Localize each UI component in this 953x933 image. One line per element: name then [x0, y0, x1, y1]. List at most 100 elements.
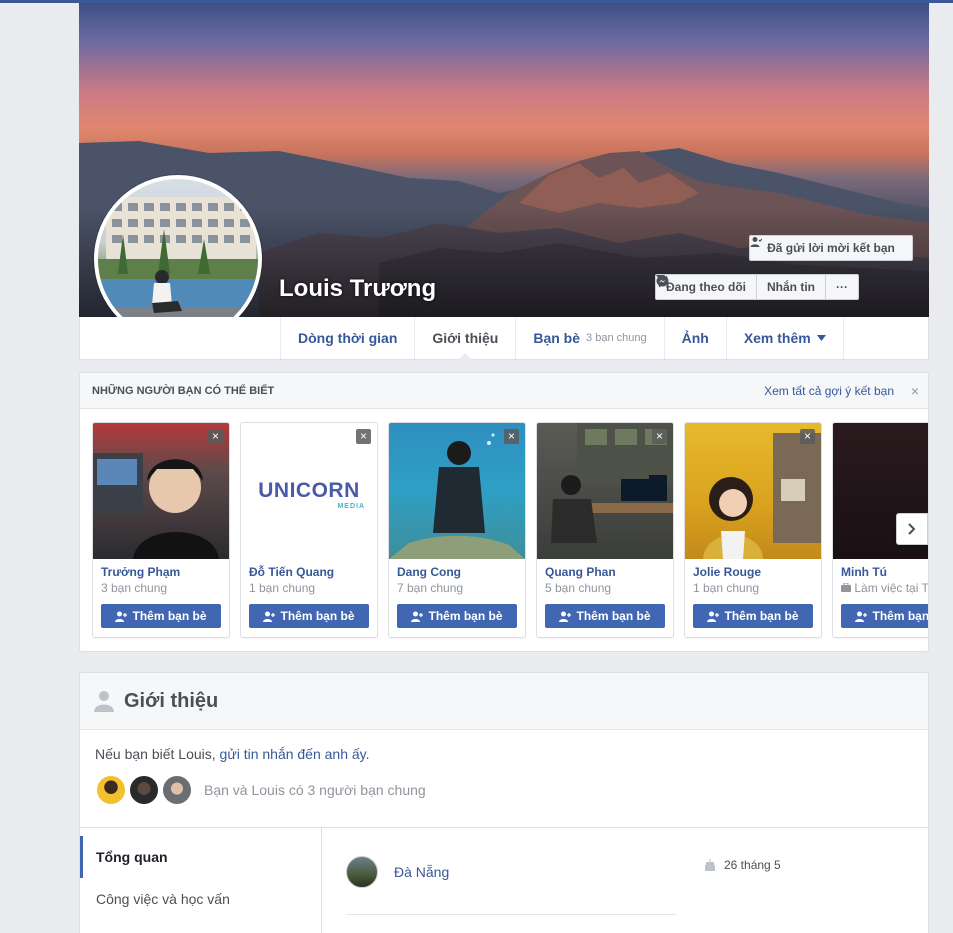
add-friend-icon [263, 611, 276, 622]
avatar-scene [98, 197, 258, 339]
suggestion-card[interactable]: × Jolie Rouge 1 bạn chung Thêm bạn bè [684, 422, 822, 638]
add-friend-button[interactable]: Thêm bạn bè [101, 604, 221, 628]
tab-timeline-label: Dòng thời gian [298, 330, 398, 346]
about-body: Nếu bạn biết Louis, gửi tin nhắn đến anh… [80, 730, 928, 806]
suggestion-name[interactable]: Minh Tú [841, 565, 928, 579]
suggestion-photo[interactable]: × [537, 423, 673, 559]
suggestion-photo[interactable]: × [685, 423, 821, 559]
following-button[interactable]: Đang theo dõi [656, 275, 757, 299]
suggestion-work: Làm việc tại T [841, 581, 929, 595]
more-options-button[interactable]: ··· [826, 275, 858, 299]
profile-tabs: Dòng thời gian Giới thiệu Bạn bè 3 bạn ch… [280, 317, 844, 360]
about-nav: Tổng quan Công việc và học vấn [80, 828, 322, 933]
tab-friends[interactable]: Bạn bè 3 bạn chung [515, 317, 663, 359]
mutual-friend-avatar[interactable] [128, 774, 160, 806]
dismiss-icon[interactable]: × [208, 429, 223, 444]
suggestion-card[interactable]: × Dang Cong 7 bạn chung Thêm bạn bè [388, 422, 526, 638]
add-friend-label: Thêm bạn bè [576, 609, 651, 623]
add-friend-button[interactable]: Thêm bạn bè [545, 604, 665, 628]
person-icon [94, 691, 114, 712]
unicorn-logo-sub: MEDIA [337, 503, 365, 510]
divider [346, 914, 676, 915]
friend-request-sent-button[interactable]: Đã gửi lời mời kết bạn [749, 235, 913, 261]
tab-photos-label: Ảnh [681, 330, 709, 346]
people-you-may-know: NHỮNG NGƯỜI BẠN CÓ THỂ BIẾT Xem tất cả g… [79, 372, 929, 652]
city-thumbnail[interactable] [346, 856, 378, 888]
suggestion-work-text: Làm việc tại T [854, 581, 929, 595]
suggestion-card[interactable]: × Quang Phan 5 bạn chung Thêm bạn bè [536, 422, 674, 638]
city-link[interactable]: Đà Nẵng [394, 864, 449, 880]
birthday-item: 26 tháng 5 [704, 858, 781, 872]
tab-friends-label: Bạn bè [533, 330, 581, 346]
message-button[interactable]: Nhắn tin [656, 275, 826, 299]
suggestion-photo[interactable]: × [389, 423, 525, 559]
profile-name[interactable]: Louis Trương [279, 275, 436, 303]
about-section: Giới thiệu Nếu bạn biết Louis, gửi tin n… [79, 672, 929, 933]
suggestion-name[interactable]: Dang Cong [397, 565, 517, 579]
add-friend-label: Thêm bạn bè [872, 609, 929, 623]
mutual-friends-row: Bạn và Louis có 3 người bạn chung [95, 774, 913, 806]
send-message-link[interactable]: gửi tin nhắn đến anh ấy [220, 746, 366, 762]
tab-friends-mutual: 3 bạn chung [586, 332, 647, 344]
tab-about[interactable]: Giới thiệu [414, 317, 515, 360]
about-text-prefix: Nếu bạn biết Louis, [95, 746, 220, 762]
add-friend-label: Thêm bạn bè [132, 609, 207, 623]
about-text-suffix: . [365, 746, 370, 762]
add-friend-label: Thêm bạn bè [428, 609, 503, 623]
tab-timeline[interactable]: Dòng thời gian [280, 317, 414, 359]
chevron-right-icon [908, 523, 916, 535]
tab-more[interactable]: Xem thêm [725, 317, 844, 359]
close-suggestions-icon[interactable]: × [911, 383, 919, 399]
lives-in-item: Đà Nẵng [346, 856, 449, 888]
tab-photos[interactable]: Ảnh [663, 317, 726, 359]
suggestions-header: NHỮNG NGƯỜI BẠN CÓ THỂ BIẾT Xem tất cả g… [80, 373, 928, 409]
suggestion-photo[interactable]: × [93, 423, 229, 559]
tab-about-label: Giới thiệu [432, 330, 499, 346]
following-label: Đang theo dõi [666, 280, 746, 294]
profile-tab-bar: Dòng thời gian Giới thiệu Bạn bè 3 bạn ch… [79, 317, 929, 360]
add-friend-icon [411, 611, 424, 622]
dismiss-icon[interactable]: × [652, 429, 667, 444]
cake-icon [705, 859, 715, 871]
about-nav-overview[interactable]: Tổng quan [80, 836, 321, 878]
add-friend-button[interactable]: Thêm bạn bè [397, 604, 517, 628]
suggestions-title: NHỮNG NGƯỜI BẠN CÓ THỂ BIẾT [92, 384, 275, 397]
dismiss-icon[interactable]: × [356, 429, 371, 444]
briefcase-icon [841, 582, 851, 592]
about-header: Giới thiệu [80, 673, 928, 730]
dismiss-icon[interactable]: × [504, 429, 519, 444]
messenger-icon [656, 275, 669, 288]
friend-request-sent-label: Đã gửi lời mời kết bạn [767, 241, 895, 255]
add-friend-icon [855, 611, 868, 622]
add-friend-icon [115, 611, 128, 622]
next-suggestions-arrow[interactable] [896, 513, 928, 545]
more-icon: ··· [836, 280, 848, 294]
add-friend-label: Thêm bạn bè [280, 609, 355, 623]
see-all-suggestions-link[interactable]: Xem tất cả gợi ý kết bạn [764, 384, 894, 398]
suggestion-card[interactable]: × Trưởng Phạm 3 bạn chung Thêm bạn bè [92, 422, 230, 638]
about-nav-work-education[interactable]: Công việc và học vấn [80, 878, 321, 920]
suggestion-card[interactable]: UNICORN MEDIA × Đỗ Tiến Quang 1 bạn chun… [240, 422, 378, 638]
person-check-icon [750, 237, 762, 247]
mutual-friend-avatar[interactable] [161, 774, 193, 806]
mutual-friend-avatar[interactable] [95, 774, 127, 806]
birthday-text: 26 tháng 5 [724, 858, 781, 872]
avatar-photo [98, 179, 258, 339]
suggestion-photo[interactable]: UNICORN MEDIA × [241, 423, 377, 559]
about-title: Giới thiệu [124, 689, 219, 712]
suggestion-name[interactable]: Quang Phan [545, 565, 665, 579]
add-friend-button[interactable]: Thêm bạn bè [693, 604, 813, 628]
profile-action-group: Đang theo dõi Nhắn tin ··· [655, 274, 859, 300]
add-friend-button[interactable]: Thêm bạn bè [841, 604, 929, 628]
mutual-friends-text[interactable]: Bạn và Louis có 3 người bạn chung [204, 782, 426, 798]
add-friend-icon [559, 611, 572, 622]
suggestion-name[interactable]: Đỗ Tiến Quang [249, 565, 369, 579]
suggestion-name[interactable]: Jolie Rouge [693, 565, 813, 579]
add-friend-label: Thêm bạn bè [724, 609, 799, 623]
add-friend-button[interactable]: Thêm bạn bè [249, 604, 369, 628]
suggestion-name[interactable]: Trưởng Phạm [101, 565, 221, 579]
dismiss-icon[interactable]: × [800, 429, 815, 444]
suggestion-mutual: 1 bạn chung [249, 581, 316, 595]
suggestion-mutual: 1 bạn chung [693, 581, 760, 595]
suggestion-mutual: 7 bạn chung [397, 581, 464, 595]
